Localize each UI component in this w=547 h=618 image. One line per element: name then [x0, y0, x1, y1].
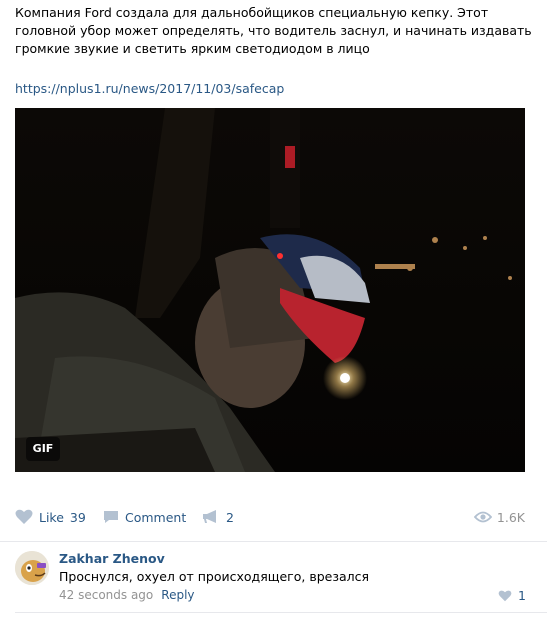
- comment-label: Comment: [125, 509, 187, 525]
- gif-attachment[interactable]: GIF: [15, 108, 525, 472]
- comment-icon: [104, 511, 118, 523]
- heart-icon: [498, 590, 512, 601]
- comment-author[interactable]: Zakhar Zhenov: [59, 551, 165, 566]
- comment-button[interactable]: Comment: [103, 506, 186, 528]
- share-button[interactable]: 2: [202, 506, 234, 528]
- heart-icon: [15, 509, 33, 524]
- post-link[interactable]: https://nplus1.ru/news/2017/11/03/safeca…: [15, 80, 284, 98]
- divider: [0, 541, 547, 542]
- megaphone-icon: [203, 510, 216, 523]
- reply-button[interactable]: Reply: [161, 588, 194, 602]
- gif-badge: GIF: [26, 437, 60, 461]
- eye-icon: [473, 511, 492, 523]
- gif-frame-image: [15, 108, 525, 472]
- comment-like-count: 1: [518, 588, 526, 603]
- like-button[interactable]: Like 39: [15, 506, 86, 528]
- avatar[interactable]: [15, 551, 49, 585]
- comment-text: Проснулся, охуел от происходящего, вреза…: [59, 569, 370, 584]
- share-count: 2: [226, 509, 234, 525]
- post-actions: Like 39 Comment 2 1.6K: [15, 506, 525, 528]
- views-counter: 1.6K: [473, 506, 525, 528]
- post-text: Компания Ford создала для дальнобойщиков…: [15, 5, 532, 56]
- comment-meta: 42 seconds ago Reply: [59, 588, 195, 602]
- like-count: 39: [69, 509, 86, 525]
- divider: [15, 612, 547, 613]
- avatar-image: [15, 551, 49, 585]
- views-count: 1.6K: [496, 509, 525, 525]
- comment-time[interactable]: 42 seconds ago: [59, 588, 153, 602]
- comment-like-button[interactable]: 1: [498, 588, 526, 603]
- like-label: Like: [39, 509, 64, 525]
